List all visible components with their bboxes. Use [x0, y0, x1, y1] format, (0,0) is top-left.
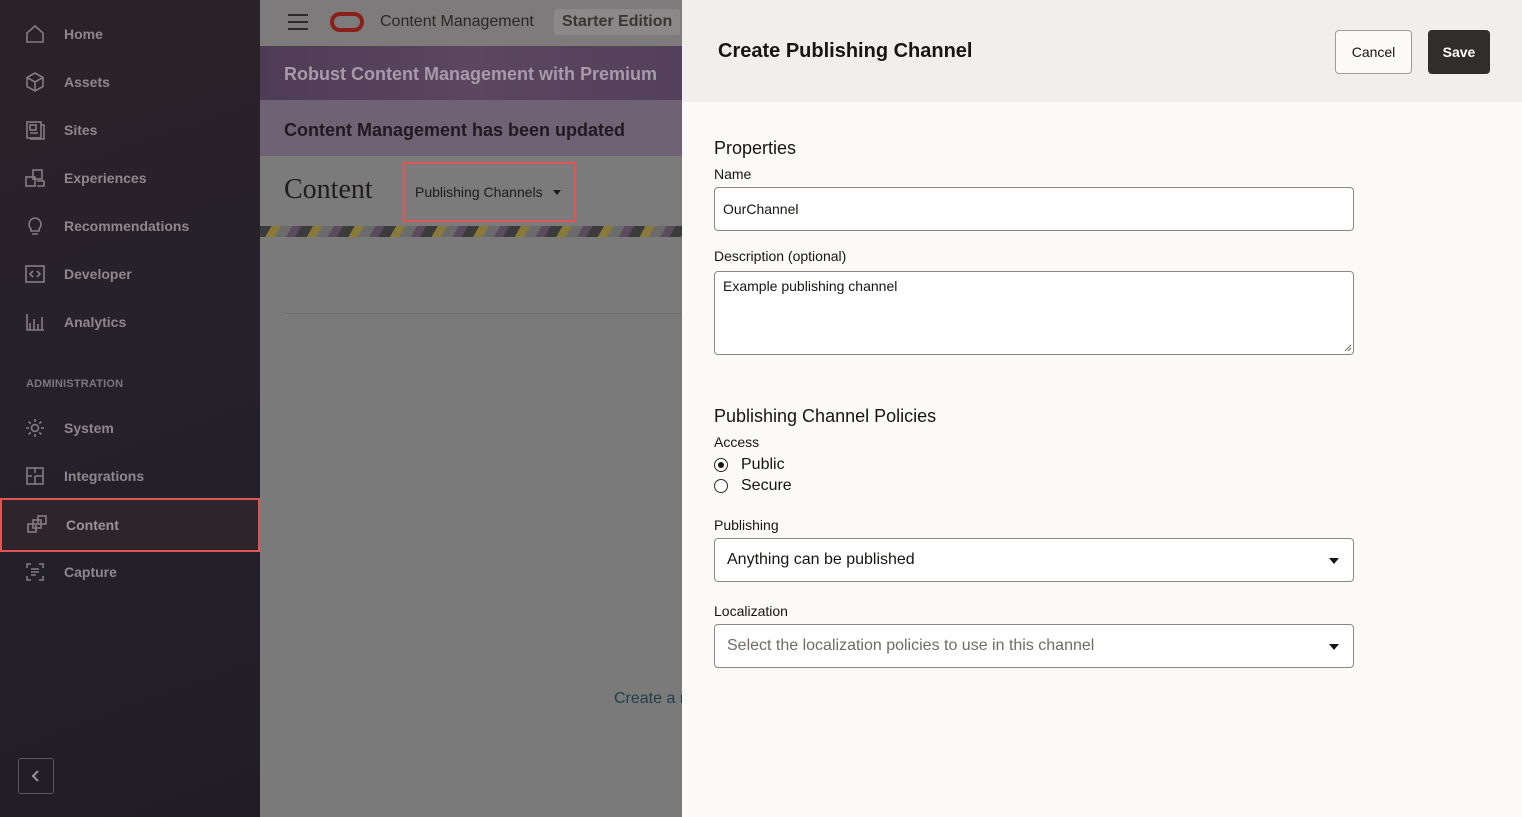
update-banner: Content Management has been updated: [260, 100, 682, 156]
publishing-label: Publishing: [714, 517, 779, 533]
sidebar-item-analytics[interactable]: Analytics: [0, 298, 260, 346]
sidebar-item-label: Sites: [64, 122, 98, 138]
sidebar-item-assets[interactable]: Assets: [0, 58, 260, 106]
lightbulb-icon: [24, 215, 46, 237]
access-label: Access: [714, 434, 760, 450]
content-icon: [26, 514, 48, 536]
caret-down-icon: [1329, 644, 1339, 650]
sidebar-item-label: Capture: [64, 564, 117, 580]
policies-heading: Publishing Channel Policies: [714, 406, 937, 426]
sidebar-item-sites[interactable]: Sites: [0, 106, 260, 154]
page-title: Content: [284, 174, 373, 205]
sidebar-item-label: System: [64, 420, 114, 436]
sidebar-item-home[interactable]: Home: [0, 10, 260, 58]
save-button[interactable]: Save: [1428, 30, 1490, 74]
sidebar-item-content[interactable]: Content: [0, 498, 260, 552]
premium-banner-text: Robust Content Management with Premium: [284, 64, 658, 84]
edition-badge: Starter Edition: [554, 9, 681, 35]
radio-selected-icon[interactable]: [714, 458, 728, 472]
chart-icon: [24, 311, 46, 333]
radio-unselected-icon[interactable]: [714, 479, 728, 493]
divider: [284, 313, 682, 314]
sidebar: Home Assets Sites Experiences Recommenda…: [0, 0, 260, 817]
main-area: Content Management Starter Edition Robus…: [260, 0, 682, 817]
collapse-sidebar-button[interactable]: [18, 758, 54, 794]
publishing-channels-dropdown[interactable]: Publishing Channels: [403, 162, 576, 222]
sidebar-item-label: Experiences: [64, 170, 147, 186]
sidebar-item-label: Content: [66, 517, 119, 533]
capture-icon: [24, 561, 46, 583]
sidebar-item-label: Analytics: [64, 314, 127, 330]
sites-icon: [24, 119, 46, 141]
sidebar-item-experiences[interactable]: Experiences: [0, 154, 260, 202]
experiences-icon: [24, 167, 46, 189]
sidebar-item-integrations[interactable]: Integrations: [0, 452, 260, 500]
sidebar-item-label: Assets: [64, 74, 110, 90]
drawer-title: Create Publishing Channel: [718, 40, 973, 62]
description-input[interactable]: Example publishing channel: [714, 271, 1354, 355]
sidebar-item-label: Home: [64, 26, 103, 42]
sidebar-item-capture[interactable]: Capture: [0, 548, 260, 596]
localization-select-placeholder: Select the localization policies to use …: [727, 637, 1095, 654]
radio-label: Secure: [741, 477, 792, 494]
publishing-select[interactable]: Anything can be published: [714, 538, 1354, 582]
puzzle-icon: [24, 465, 46, 487]
chevron-left-icon: [31, 770, 39, 782]
administration-heading: ADMINISTRATION: [26, 378, 124, 390]
localization-select[interactable]: Select the localization policies to use …: [714, 624, 1354, 668]
localization-label: Localization: [714, 603, 788, 619]
top-bar: Content Management Starter Edition: [260, 0, 682, 46]
access-public-radio[interactable]: Public: [714, 456, 785, 474]
create-channel-link[interactable]: Create a r: [614, 690, 682, 708]
sidebar-item-label: Developer: [64, 266, 132, 282]
resize-grip-icon[interactable]: [1344, 344, 1352, 352]
radio-label: Public: [741, 456, 785, 473]
sidebar-item-label: Integrations: [64, 468, 145, 484]
caret-down-icon: [552, 189, 561, 195]
description-label: Description (optional): [714, 248, 847, 264]
update-banner-text: Content Management has been updated: [284, 120, 626, 140]
sidebar-item-system[interactable]: System: [0, 404, 260, 452]
oracle-logo: [330, 12, 364, 32]
app-title: Content Management: [380, 13, 534, 30]
properties-heading: Properties: [714, 138, 797, 158]
content-header: Content Publishing Channels: [260, 156, 682, 226]
dropdown-label: Publishing Channels: [415, 184, 543, 200]
sidebar-item-developer[interactable]: Developer: [0, 250, 260, 298]
create-channel-drawer: Create Publishing Channel Cancel Save Pr…: [682, 0, 1522, 817]
cube-icon: [24, 71, 46, 93]
caret-down-icon: [1329, 558, 1339, 564]
name-input[interactable]: [714, 187, 1354, 231]
publishing-select-value: Anything can be published: [727, 551, 915, 568]
code-icon: [24, 263, 46, 285]
home-icon: [24, 23, 46, 45]
sidebar-item-label: Recommendations: [64, 218, 190, 234]
cancel-button[interactable]: Cancel: [1335, 30, 1412, 74]
access-secure-radio[interactable]: Secure: [714, 477, 792, 495]
drawer-header: Create Publishing Channel Cancel Save: [682, 0, 1522, 102]
name-label: Name: [714, 166, 752, 182]
gear-icon: [24, 417, 46, 439]
decorative-stripe: [260, 226, 682, 237]
premium-banner: Robust Content Management with Premium: [260, 46, 682, 100]
hamburger-menu-icon[interactable]: [288, 14, 308, 30]
sidebar-item-recommendations[interactable]: Recommendations: [0, 202, 260, 250]
